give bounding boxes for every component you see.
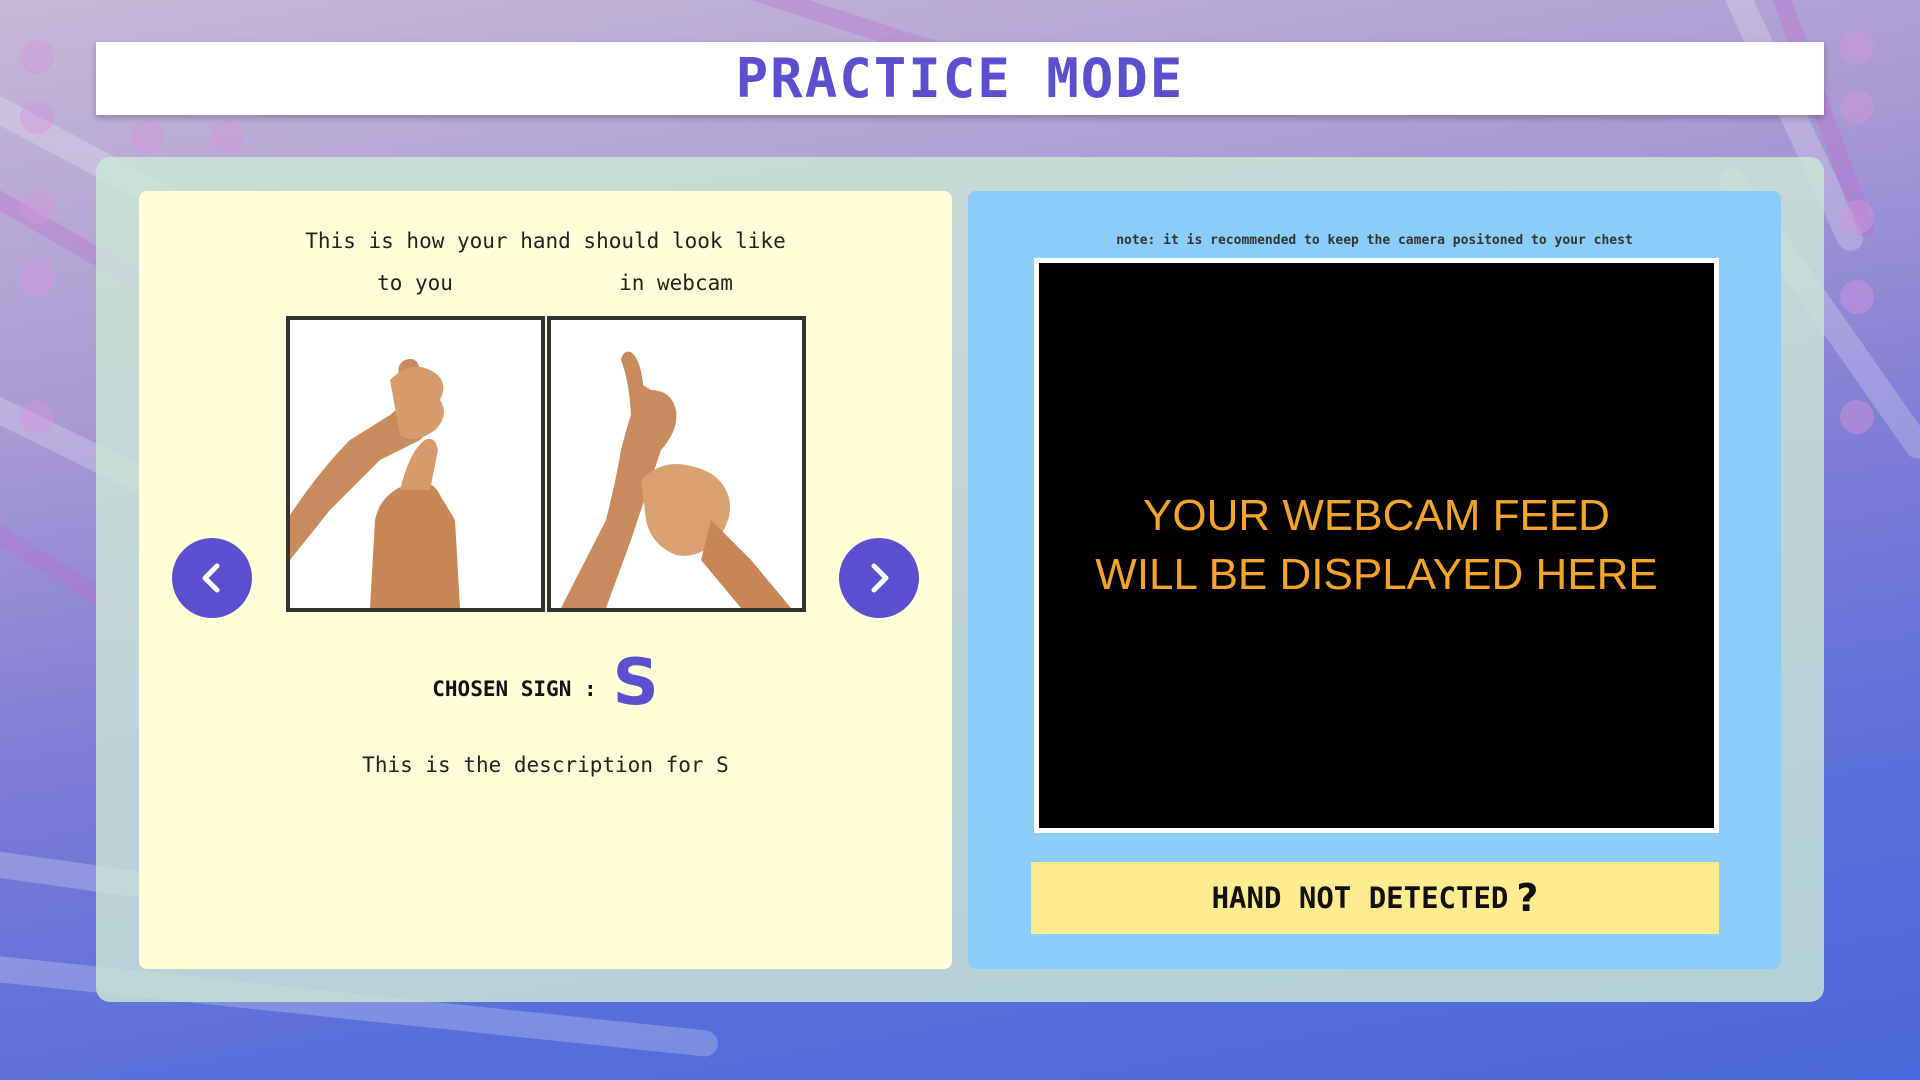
detection-status-text: HAND NOT DETECTED [1211, 881, 1509, 915]
chosen-sign-row: CHOSEN SIGN : S [139, 651, 952, 715]
webcam-card: note: it is recommended to keep the came… [968, 191, 1781, 969]
chosen-sign-label: CHOSEN SIGN : [432, 677, 597, 701]
webcam-placeholder-text: YOUR WEBCAM FEED WILL BE DISPLAYED HERE [1095, 487, 1657, 603]
previous-sign-button[interactable] [172, 538, 252, 618]
webcam-placeholder-line2: WILL BE DISPLAYED HERE [1095, 549, 1658, 599]
label-in-webcam: in webcam [619, 271, 733, 295]
page-title: PRACTICE MODE [735, 47, 1185, 110]
next-sign-button[interactable] [839, 538, 919, 618]
hand-image-to-you [286, 316, 545, 612]
sign-description: This is the description for S [362, 753, 729, 777]
instruction-text: This is how your hand should look like [305, 229, 786, 253]
chevron-left-icon [202, 563, 220, 593]
sign-reference-card: This is how your hand should look like t… [139, 191, 952, 969]
chevron-right-icon [871, 563, 889, 593]
webcam-feed: YOUR WEBCAM FEED WILL BE DISPLAYED HERE [1034, 258, 1719, 833]
camera-note: note: it is recommended to keep the came… [1116, 233, 1633, 248]
hand-image-in-webcam [547, 316, 806, 612]
webcam-placeholder-line1: YOUR WEBCAM FEED [1143, 491, 1610, 541]
question-mark-icon: ? [1516, 876, 1539, 920]
hand-sign-illustration [551, 320, 802, 608]
hand-sign-illustration [290, 320, 541, 608]
header-bar: PRACTICE MODE [96, 42, 1824, 115]
label-to-you: to you [377, 271, 453, 295]
detection-status-bar: HAND NOT DETECTED ? [1031, 862, 1719, 934]
chosen-sign-letter: S [612, 646, 659, 720]
